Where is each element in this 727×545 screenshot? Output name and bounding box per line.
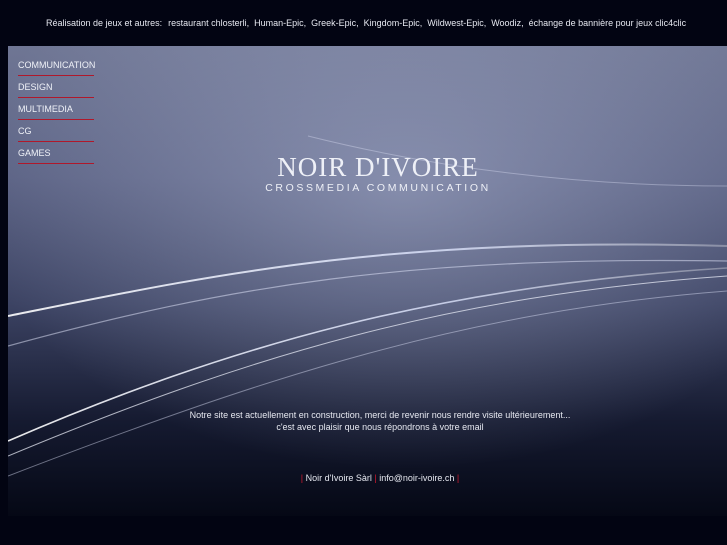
nav-item-cg[interactable]: CG bbox=[18, 121, 94, 142]
footer-separator: | bbox=[456, 473, 460, 483]
nav-item-games[interactable]: GAMES bbox=[18, 143, 94, 164]
logo-title: NOIR D'IVOIRE bbox=[277, 152, 479, 182]
nav-item-multimedia[interactable]: MULTIMEDIA bbox=[18, 99, 94, 120]
link-banner-exchange[interactable]: échange de bannière pour jeux clic4clic bbox=[529, 18, 687, 28]
main-nav: COMMUNICATION DESIGN MULTIMEDIA CG GAMES bbox=[18, 55, 95, 165]
construction-message: Notre site est actuellement en construct… bbox=[150, 409, 610, 433]
link-woodiz[interactable]: Woodiz, bbox=[491, 18, 523, 28]
link-kingdom-epic[interactable]: Kingdom-Epic, bbox=[364, 18, 423, 28]
nav-item-communication[interactable]: COMMUNICATION bbox=[18, 55, 95, 76]
footer-email-link[interactable]: info@noir-ivoire.ch bbox=[379, 473, 454, 483]
link-restaurant-chlosterli[interactable]: restaurant chlosterli, bbox=[168, 18, 249, 28]
message-line-1: Notre site est actuellement en construct… bbox=[189, 410, 571, 420]
light-streaks-graphic bbox=[8, 46, 727, 516]
nav-item-design[interactable]: DESIGN bbox=[18, 77, 94, 98]
footer-separator: | bbox=[374, 473, 377, 483]
link-human-epic[interactable]: Human-Epic, bbox=[254, 18, 306, 28]
logo-subtitle: CROSSMEDIA COMMUNICATION bbox=[265, 182, 491, 194]
footer-separator: | bbox=[300, 473, 304, 483]
bottom-strip bbox=[0, 516, 727, 545]
header-lead-text: Réalisation de jeux et autres: bbox=[46, 18, 163, 28]
hero-background bbox=[8, 46, 727, 516]
footer-company: Noir d'Ivoire Sàrl bbox=[305, 473, 372, 483]
footer: | Noir d'Ivoire Sàrl | info@noir-ivoire.… bbox=[200, 473, 560, 483]
top-bar: Réalisation de jeux et autres: restauran… bbox=[0, 0, 727, 46]
link-wildwest-epic[interactable]: Wildwest-Epic, bbox=[427, 18, 486, 28]
message-line-2: c'est avec plaisir que nous répondrons à… bbox=[276, 422, 484, 432]
link-greek-epic[interactable]: Greek-Epic, bbox=[311, 18, 359, 28]
logo: NOIR D'IVOIRE CROSSMEDIA COMMUNICATION bbox=[264, 152, 492, 194]
